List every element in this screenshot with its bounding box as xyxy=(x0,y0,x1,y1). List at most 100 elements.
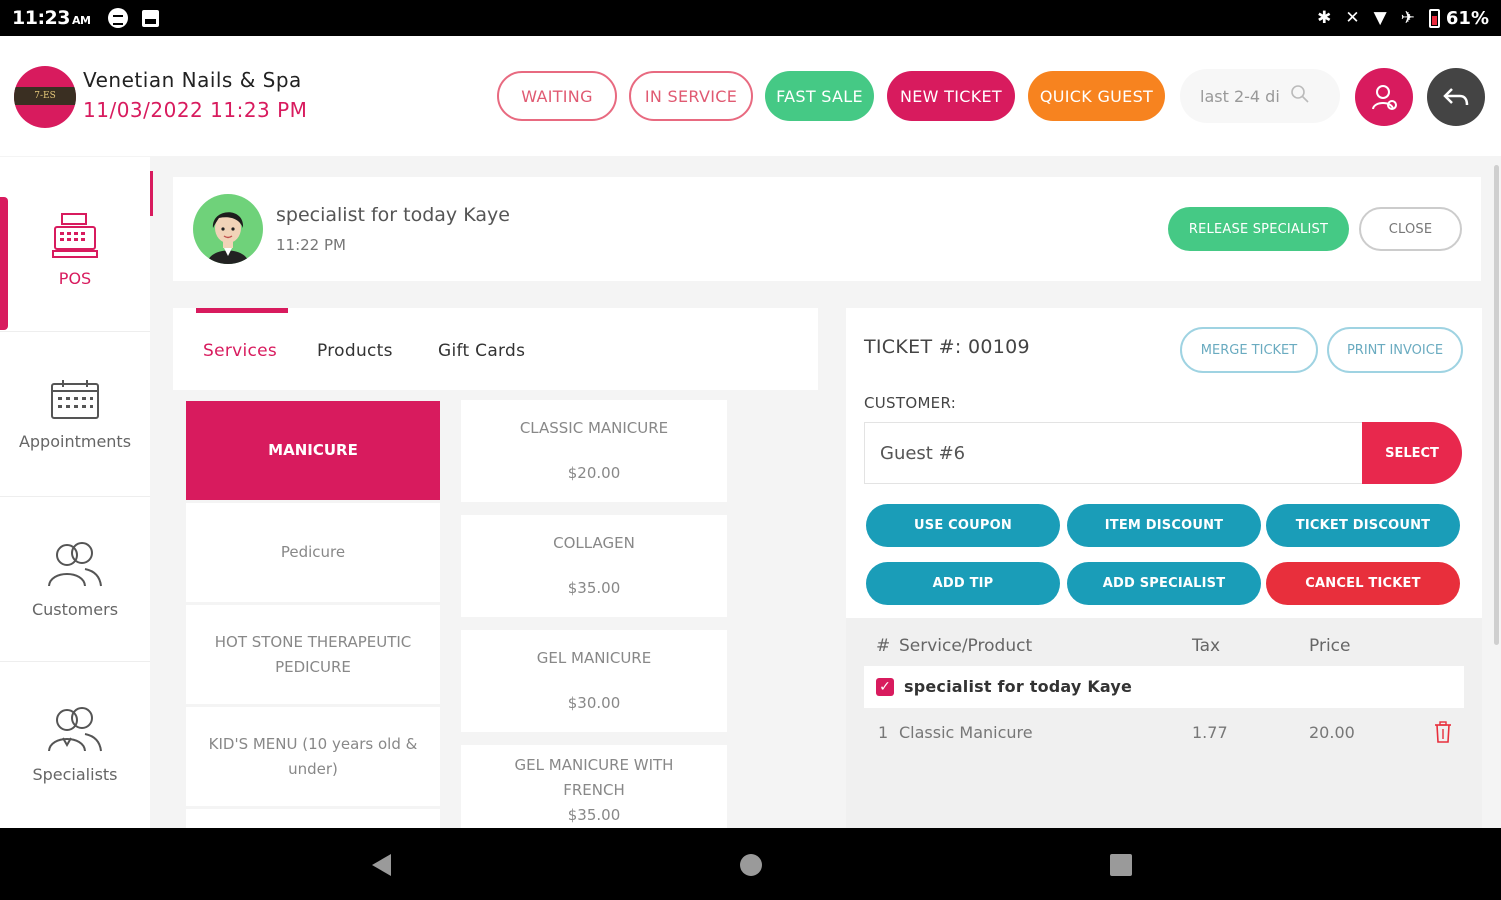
service-price: $35.00 xyxy=(567,806,621,824)
search-input[interactable] xyxy=(1200,86,1300,106)
group-specialist-name: specialist for today Kaye xyxy=(904,677,1133,696)
specialist-name: specialist for today Kaye xyxy=(276,204,510,226)
battery-icon xyxy=(1428,8,1440,28)
waiting-button[interactable]: WAITING xyxy=(497,71,617,121)
search-icon[interactable] xyxy=(1290,84,1310,104)
merge-ticket-button[interactable]: MERGE TICKET xyxy=(1180,327,1318,373)
catalog-panel: Services Products Gift Cards MANICURE Pe… xyxy=(173,308,818,828)
add-specialist-button[interactable]: ADD SPECIALIST xyxy=(1067,562,1261,605)
notification-image-icon xyxy=(142,9,160,27)
category-hot-stone-pedicure[interactable]: HOT STONE THERAPEUTIC PEDICURE xyxy=(186,605,440,704)
category-next[interactable] xyxy=(186,809,440,828)
airplane-icon: ✈ xyxy=(1400,8,1415,28)
ticket-header: TICKET #: 00109 MERGE TICKET PRINT INVOI… xyxy=(846,308,1482,618)
back-triangle-icon xyxy=(372,854,391,876)
ticket-number: TICKET #: 00109 xyxy=(864,336,1030,358)
status-bar: 11:23 AM ✱ ✕ ▼ ✈ 61% xyxy=(0,0,1501,36)
service-name: CLASSIC MANICURE xyxy=(519,419,669,437)
customer-label: CUSTOMER: xyxy=(864,394,957,412)
scrollbar[interactable] xyxy=(1494,165,1499,645)
row-number: 1 xyxy=(878,723,889,742)
salon-logo: 7-ES xyxy=(14,66,76,128)
sidebar-item-specialists[interactable]: Specialists xyxy=(0,662,150,827)
back-button[interactable] xyxy=(1427,68,1485,126)
ticket-panel: TICKET #: 00109 MERGE TICKET PRINT INVOI… xyxy=(846,308,1482,828)
mute-icon: ✕ xyxy=(1345,8,1360,28)
fast-sale-button[interactable]: FAST SALE xyxy=(765,71,874,121)
system-nav-bar xyxy=(0,828,1501,900)
service-gel-manicure-french[interactable]: GEL MANICURE WITH FRENCH $35.00 xyxy=(461,745,727,828)
in-service-button[interactable]: IN SERVICE xyxy=(629,71,753,121)
sidebar-item-appointments[interactable]: Appointments xyxy=(0,332,150,497)
recents-square-icon xyxy=(1110,854,1132,876)
row-price: 20.00 xyxy=(1309,723,1355,742)
logo-text: 7-ES xyxy=(14,87,76,105)
catalog-tabs: Services Products Gift Cards xyxy=(173,308,818,390)
service-collagen[interactable]: COLLAGEN $35.00 xyxy=(461,515,727,617)
print-invoice-button[interactable]: PRINT INVOICE xyxy=(1327,327,1463,373)
tab-gift-cards[interactable]: Gift Cards xyxy=(438,341,525,361)
release-specialist-button[interactable]: RELEASE SPECIALIST xyxy=(1168,207,1349,251)
ticket-table-header: # Service/Product Tax Price xyxy=(864,626,1464,666)
status-time: 11:23 AM xyxy=(12,7,91,29)
service-price: $20.00 xyxy=(567,464,621,482)
category-kids-menu[interactable]: KID'S MENU (10 years old & under) xyxy=(186,707,440,806)
category-manicure[interactable]: MANICURE xyxy=(186,401,440,500)
specialist-avatar xyxy=(193,194,263,264)
bluetooth-icon: ✱ xyxy=(1317,8,1332,28)
specialists-icon xyxy=(48,707,102,752)
sidebar-item-pos[interactable]: POS xyxy=(0,167,150,332)
customer-field[interactable]: Guest #6 xyxy=(864,422,1364,484)
user-icon xyxy=(1372,85,1397,110)
col-number: # xyxy=(876,636,891,656)
tab-products[interactable]: Products xyxy=(317,341,393,361)
service-price: $30.00 xyxy=(567,694,621,712)
nav-home-button[interactable] xyxy=(736,850,766,880)
app-header: 7-ES Venetian Nails & Spa 11/03/2022 11:… xyxy=(0,36,1501,156)
sidebar-item-customers[interactable]: Customers xyxy=(0,497,150,662)
wifi-icon: ▼ xyxy=(1373,8,1387,28)
service-name: COLLAGEN xyxy=(553,534,635,552)
nav-back-button[interactable] xyxy=(366,850,396,880)
tab-services[interactable]: Services xyxy=(203,341,277,361)
nav-recents-button[interactable] xyxy=(1106,850,1136,880)
service-name: GEL MANICURE WITH FRENCH xyxy=(514,756,674,799)
row-tax: 1.77 xyxy=(1192,723,1228,742)
salon-name: Venetian Nails & Spa xyxy=(83,68,302,92)
cash-register-icon xyxy=(52,212,98,258)
add-tip-button[interactable]: ADD TIP xyxy=(866,562,1060,605)
sidebar-label-customers: Customers xyxy=(31,599,119,619)
close-button[interactable]: CLOSE xyxy=(1359,207,1462,251)
table-row[interactable]: 1 Classic Manicure 1.77 20.00 xyxy=(864,713,1464,753)
battery-level: 61% xyxy=(1445,7,1489,29)
use-coupon-button[interactable]: USE COUPON xyxy=(866,504,1060,547)
quick-guest-button[interactable]: QUICK GUEST xyxy=(1028,71,1165,121)
service-price: $35.00 xyxy=(567,579,621,597)
specialist-group-row[interactable]: ✓ specialist for today Kaye xyxy=(864,666,1464,708)
sidebar-label-specialists: Specialists xyxy=(32,765,118,784)
sidebar-label-appointments: Appointments xyxy=(18,431,132,451)
item-discount-button[interactable]: ITEM DISCOUNT xyxy=(1067,504,1261,547)
service-classic-manicure[interactable]: CLASSIC MANICURE $20.00 xyxy=(461,400,727,502)
service-gel-manicure[interactable]: GEL MANICURE $30.00 xyxy=(461,630,727,732)
category-pedicure[interactable]: Pedicure xyxy=(186,503,440,602)
user-profile-button[interactable] xyxy=(1355,68,1413,126)
col-tax: Tax xyxy=(1192,636,1221,656)
ticket-discount-button[interactable]: TICKET DISCOUNT xyxy=(1266,504,1460,547)
active-tab-indicator xyxy=(196,308,288,313)
notification-app-icon xyxy=(108,8,129,28)
row-service: Classic Manicure xyxy=(899,723,1033,742)
trash-icon[interactable] xyxy=(1434,721,1452,743)
group-checkbox[interactable]: ✓ xyxy=(876,678,894,696)
service-name: GEL MANICURE xyxy=(536,649,652,667)
col-price: Price xyxy=(1309,636,1351,656)
customers-icon xyxy=(48,541,102,586)
new-ticket-button[interactable]: NEW TICKET xyxy=(887,71,1015,121)
current-datetime: 11/03/2022 11:23 PM xyxy=(83,98,308,122)
col-service: Service/Product xyxy=(899,636,1033,656)
undo-arrow-icon xyxy=(1443,88,1469,106)
search-box[interactable] xyxy=(1180,69,1340,123)
cancel-ticket-button[interactable]: CANCEL TICKET xyxy=(1266,562,1460,605)
calendar-icon xyxy=(51,379,99,419)
select-customer-button[interactable]: SELECT xyxy=(1362,422,1462,484)
